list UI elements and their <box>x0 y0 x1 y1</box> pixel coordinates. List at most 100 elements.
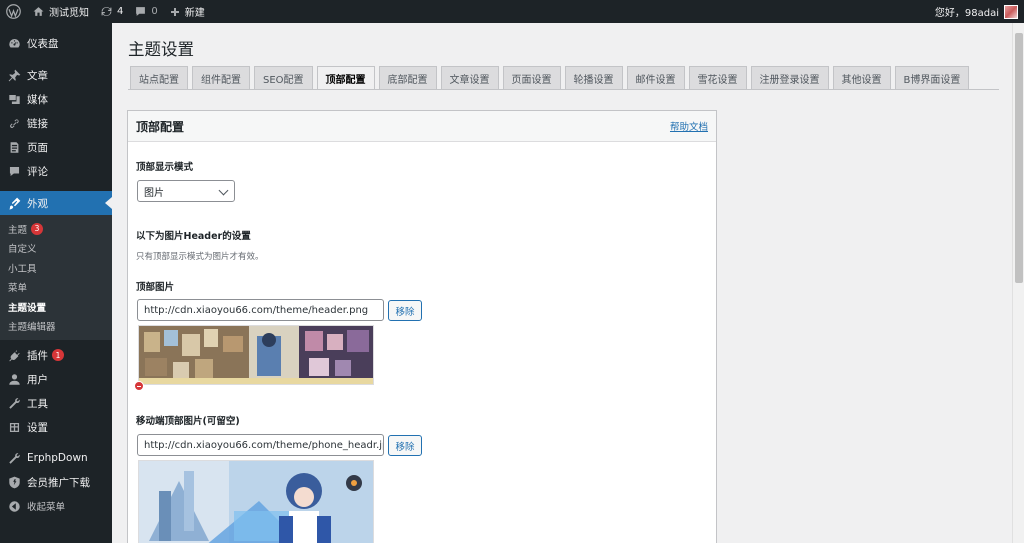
collapse-icon <box>7 499 21 513</box>
sidebar-item-users[interactable]: 用户 <box>0 367 112 391</box>
sidebar-item-label: 媒体 <box>27 93 48 106</box>
tab-other-settings[interactable]: 其他设置 <box>832 66 891 90</box>
sidebar-item-settings[interactable]: 设置 <box>0 415 112 439</box>
wrench-icon <box>7 451 21 465</box>
tab-mail-settings[interactable]: 邮件设置 <box>626 66 685 90</box>
new-content-link[interactable]: 新建 <box>164 0 211 23</box>
scrollbar-thumb[interactable] <box>1015 33 1023 283</box>
settings-tabs: 站点配置 组件配置 SEO配置 顶部配置 底部配置 文章设置 页面设置 轮播设置… <box>130 66 970 90</box>
tab-site-config[interactable]: 站点配置 <box>130 66 188 90</box>
section-description: 只有顶部显示模式为图片才有效。 <box>136 252 264 262</box>
media-icon <box>7 92 21 106</box>
comment-icon <box>136 7 146 16</box>
header-mode-select[interactable]: 图片 <box>137 180 235 202</box>
sidebar-collapse-menu[interactable]: 收起菜单 <box>0 494 112 518</box>
submenu-item-menus[interactable]: 菜单 <box>0 278 112 298</box>
site-name-link[interactable]: 测试觅知 <box>27 0 95 23</box>
tab-footer-config[interactable]: 底部配置 <box>378 66 437 90</box>
sidebar-item-label: 文章 <box>27 69 48 82</box>
page-icon <box>7 140 21 154</box>
mobile-image-url-value: http://cdn.xiaoyou66.com/theme/phone_hea… <box>144 439 384 451</box>
sidebar-item-member-download[interactable]: 会员推广下载 <box>0 470 112 494</box>
sidebar-item-plugins[interactable]: 插件 1 <box>0 343 112 367</box>
sidebar-item-comments[interactable]: 评论 <box>0 159 112 183</box>
sidebar-item-label: 设置 <box>27 421 48 434</box>
mobile-image-url-input[interactable]: http://cdn.xiaoyou66.com/theme/phone_hea… <box>137 434 384 456</box>
sidebar-item-appearance[interactable]: 外观 <box>0 191 112 215</box>
sidebar-item-label: 页面 <box>27 141 48 154</box>
refresh-icon <box>101 7 112 16</box>
admin-bar: 测试觅知 4 0 新建 您好，98adai <box>0 0 1024 23</box>
mobile-image-picture <box>139 461 373 543</box>
updates-count: 4 <box>117 6 124 17</box>
tab-component-config[interactable]: 组件配置 <box>192 66 250 90</box>
tab-snow-settings[interactable]: 雪花设置 <box>688 66 747 90</box>
sidebar-item-label: 用户 <box>27 373 48 386</box>
submenu-item-theme-editor[interactable]: 主题编辑器 <box>0 317 112 337</box>
sidebar-item-label: 外观 <box>27 197 48 210</box>
header-image-label: 顶部图片 <box>136 282 175 293</box>
submenu-item-label: 小工具 <box>8 263 37 275</box>
sidebar-item-tools[interactable]: 工具 <box>0 391 112 415</box>
tab-bbo-ui-settings[interactable]: B博界面设置 <box>894 66 970 90</box>
submenu-item-label: 主题 <box>8 224 28 236</box>
panel-header: 顶部配置 帮助文档 <box>128 111 716 142</box>
settings-icon <box>7 420 21 434</box>
sidebar-item-label: 插件 <box>27 349 48 362</box>
dashboard-icon <box>7 36 21 50</box>
updates-link[interactable]: 4 <box>95 0 129 23</box>
header-image-remove-button[interactable]: 移除 <box>388 300 422 321</box>
remove-image-minus-icon[interactable] <box>134 381 144 391</box>
sidebar-item-label: 收起菜单 <box>27 502 66 513</box>
header-image-url-value: http://cdn.xiaoyou66.com/theme/header.pn… <box>144 304 369 316</box>
sidebar-item-dashboard[interactable]: 仪表盘 <box>0 31 112 55</box>
sidebar-item-label: 链接 <box>27 117 48 130</box>
plugins-update-badge: 1 <box>52 349 64 361</box>
submenu-item-label: 菜单 <box>8 283 28 295</box>
tabs-divider <box>128 89 999 90</box>
header-mode-value: 图片 <box>144 187 164 199</box>
header-image-preview <box>138 325 374 385</box>
tab-page-settings[interactable]: 页面设置 <box>502 66 561 90</box>
header-image-url-input[interactable]: http://cdn.xiaoyou66.com/theme/header.pn… <box>137 299 384 321</box>
link-icon <box>7 116 21 130</box>
help-docs-link[interactable]: 帮助文档 <box>670 119 708 133</box>
tab-header-config[interactable]: 顶部配置 <box>316 66 375 90</box>
site-name: 测试觅知 <box>49 8 89 19</box>
account-menu[interactable]: 您好，98adai <box>929 0 1024 23</box>
tab-seo-config[interactable]: SEO配置 <box>254 66 313 90</box>
appearance-submenu: 主题 3 自定义 小工具 菜单 主题设置 主题编辑器 <box>0 215 112 340</box>
sidebar-item-links[interactable]: 链接 <box>0 111 112 135</box>
sidebar-item-pages[interactable]: 页面 <box>0 135 112 159</box>
submenu-item-widgets[interactable]: 小工具 <box>0 258 112 278</box>
panel-title: 顶部配置 <box>136 119 185 134</box>
pin-icon <box>7 68 21 82</box>
mode-label: 顶部显示模式 <box>136 162 194 173</box>
new-label: 新建 <box>184 8 205 19</box>
mobile-image-remove-button[interactable]: 移除 <box>388 435 422 456</box>
main-content: 主题设置 站点配置 组件配置 SEO配置 顶部配置 底部配置 文章设置 页面设置… <box>112 23 1012 543</box>
submenu-item-label: 主题编辑器 <box>8 322 56 334</box>
page-title: 主题设置 <box>128 40 194 59</box>
sidebar-item-media[interactable]: 媒体 <box>0 87 112 111</box>
header-image-picture <box>139 326 373 384</box>
chevron-down-icon <box>218 185 229 196</box>
tab-post-settings[interactable]: 文章设置 <box>440 66 499 90</box>
submenu-item-theme-settings[interactable]: 主题设置 <box>0 297 112 317</box>
plus-icon <box>170 7 179 16</box>
user-icon <box>7 372 21 386</box>
sidebar-item-label: 仪表盘 <box>27 37 59 50</box>
wrench-icon <box>7 396 21 410</box>
tab-carousel-settings[interactable]: 轮播设置 <box>564 66 623 90</box>
submenu-item-themes[interactable]: 主题 3 <box>0 219 112 239</box>
sidebar-item-erphpdown[interactable]: ErphpDown <box>0 446 112 470</box>
comments-link[interactable]: 0 <box>129 0 163 23</box>
sidebar-item-posts[interactable]: 文章 <box>0 63 112 87</box>
sidebar-item-label: 工具 <box>27 397 48 410</box>
wordpress-logo-icon[interactable] <box>0 0 27 23</box>
submenu-item-customize[interactable]: 自定义 <box>0 239 112 259</box>
tab-login-register-settings[interactable]: 注册登录设置 <box>750 66 829 90</box>
page-scrollbar[interactable] <box>1012 23 1024 543</box>
brush-icon <box>7 196 21 210</box>
avatar <box>1004 4 1018 19</box>
